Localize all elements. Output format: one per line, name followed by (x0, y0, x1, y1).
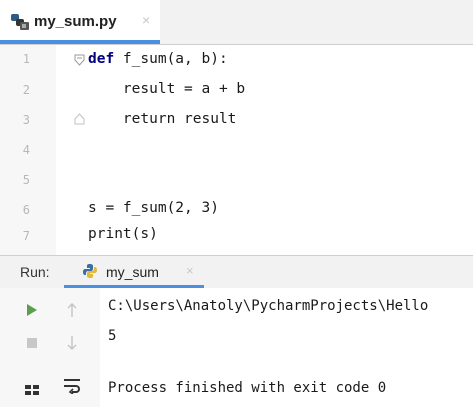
code-editor[interactable]: 1 2 3 4 5 6 7 def f_sum(a, b): result = … (0, 45, 473, 255)
line-number: 7 (22, 229, 30, 243)
console-line: Process finished with exit code 0 (108, 380, 387, 396)
console-line: C:\Users\Anatoly\PycharmProjects\Hello (108, 298, 429, 314)
line-number: 3 (22, 113, 30, 127)
line-number: 6 (22, 203, 30, 217)
run-label: Run: (20, 264, 50, 280)
line-number: 2 (22, 83, 30, 97)
keyword-def: def (88, 51, 123, 67)
editor-tab-bar: my_sum.py × (0, 0, 473, 45)
close-icon[interactable]: × (142, 12, 150, 28)
line-number: 5 (22, 173, 30, 187)
code-line: print(s) (88, 226, 158, 242)
code-line: def f_sum(a, b): (88, 51, 228, 67)
close-icon[interactable]: × (186, 263, 194, 278)
layout-icon[interactable] (22, 380, 42, 400)
code-line: result = a + b (88, 81, 246, 97)
run-tab-label: my_sum (106, 264, 159, 280)
python-file-icon (10, 13, 30, 31)
run-tool-window-header: Run: my_sum × (0, 255, 473, 289)
code-line: return result (88, 111, 237, 127)
python-icon (82, 263, 98, 279)
line-number: 1 (22, 52, 30, 66)
fold-start-icon[interactable] (74, 54, 85, 69)
console-line: 5 (108, 328, 117, 344)
soft-wrap-icon[interactable] (62, 376, 82, 396)
run-toolbar (0, 288, 100, 407)
stop-icon[interactable] (22, 333, 42, 353)
line-number: 4 (22, 143, 30, 157)
line-number-gutter: 1 2 3 4 5 6 7 (0, 45, 56, 255)
editor-tab-label: my_sum.py (34, 13, 117, 30)
rerun-icon[interactable] (22, 300, 42, 320)
arrow-down-icon[interactable] (62, 333, 82, 353)
editor-tab-my-sum[interactable]: my_sum.py × (0, 0, 160, 44)
arrow-up-icon[interactable] (62, 300, 82, 320)
run-tab-my-sum[interactable]: my_sum × (64, 256, 204, 288)
code-text: f_sum(a, b): (122, 51, 228, 67)
run-console-output[interactable]: C:\Users\Anatoly\PycharmProjects\Hello 5… (100, 288, 473, 407)
code-line: s = f_sum(2, 3) (88, 200, 219, 216)
fold-end-icon[interactable] (74, 113, 85, 128)
